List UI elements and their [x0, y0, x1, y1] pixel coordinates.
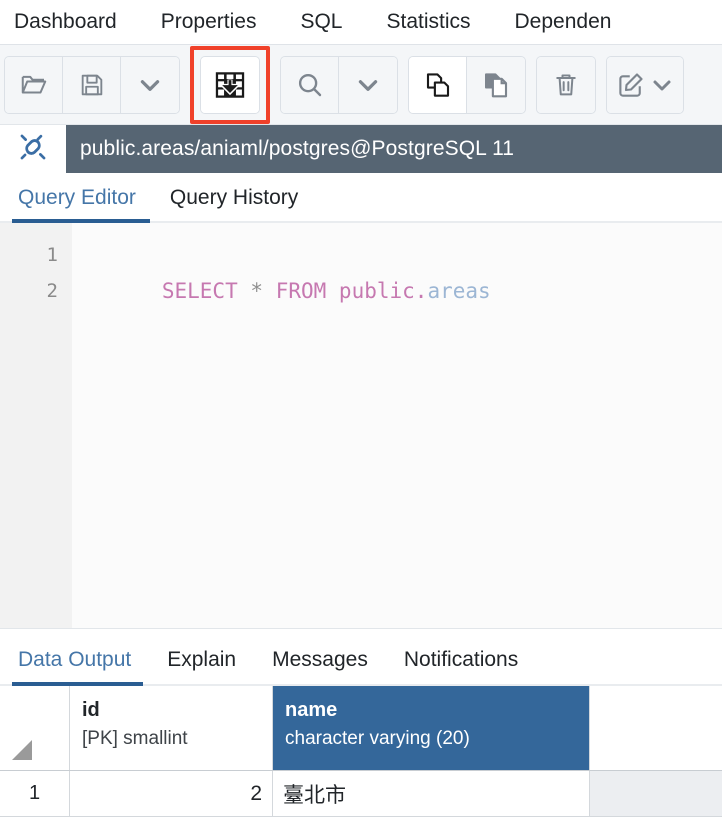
query-panel-tab-bar: Query Editor Query History	[0, 173, 722, 223]
save-file-button[interactable]	[63, 56, 121, 113]
delete-button-group	[536, 55, 596, 114]
tab-statistics[interactable]: Statistics	[386, 0, 492, 44]
column-name: name	[285, 699, 338, 721]
connection-bar: public.areas/aniaml/postgres@PostgreSQL …	[0, 125, 722, 173]
tab-query-history[interactable]: Query History	[164, 186, 312, 223]
sql-token-dot: .	[414, 279, 428, 303]
plug-connection-icon	[16, 130, 50, 169]
find-dropdown-button[interactable]	[339, 56, 397, 113]
cell-name[interactable]: 臺北市	[273, 771, 590, 816]
tab-messages[interactable]: Messages	[266, 648, 380, 686]
output-tab-bar: Data Output Explain Messages Notificatio…	[0, 628, 722, 686]
chevron-down-icon	[137, 72, 163, 98]
edit-button[interactable]	[607, 56, 683, 113]
grid-header-row: id [PK] smallint name character varying …	[0, 686, 722, 771]
sql-token-from: FROM	[275, 279, 327, 303]
tab-explain[interactable]: Explain	[161, 648, 248, 686]
paste-icon	[481, 70, 511, 100]
tab-dashboard[interactable]: Dashboard	[14, 0, 139, 44]
tab-notifications[interactable]: Notifications	[398, 648, 530, 686]
sql-token-table: areas	[427, 279, 491, 303]
column-type: character varying (20)	[285, 728, 470, 749]
open-file-button[interactable]	[5, 56, 63, 113]
connection-status-cell[interactable]	[0, 125, 66, 173]
table-row[interactable]: 1 2 臺北市	[0, 771, 722, 817]
save-dropdown-button[interactable]	[121, 56, 179, 113]
sql-token-schema: public	[338, 279, 415, 303]
paste-button[interactable]	[467, 56, 525, 113]
tab-query-editor[interactable]: Query Editor	[12, 186, 150, 223]
connection-title: public.areas/aniaml/postgres@PostgreSQL …	[66, 125, 722, 173]
column-name: id	[82, 699, 100, 721]
pencil-edit-icon	[616, 70, 646, 100]
execute-highlight-box	[190, 45, 270, 124]
floppy-save-icon	[78, 71, 106, 99]
grid-header-filler	[590, 686, 722, 770]
copy-icon	[423, 70, 453, 100]
sql-editor-textarea[interactable]: SELECT * FROM public.areas	[72, 223, 722, 628]
copy-button[interactable]	[409, 56, 467, 113]
column-header-name[interactable]: name character varying (20)	[273, 686, 590, 770]
search-icon	[295, 70, 325, 100]
execute-button-group	[200, 55, 260, 114]
column-type: [PK] smallint	[82, 728, 188, 749]
row-filler	[590, 771, 722, 816]
sql-editor-panel: 1 2 SELECT * FROM public.areas	[0, 223, 722, 628]
tab-dependents[interactable]: Dependen	[515, 0, 612, 44]
data-output-grid: id [PK] smallint name character varying …	[0, 686, 722, 817]
find-button[interactable]	[281, 56, 339, 113]
chevron-down-icon	[355, 72, 381, 98]
tab-data-output[interactable]: Data Output	[12, 648, 144, 686]
clipboard-button-group	[408, 55, 526, 114]
sql-code-line: SELECT * FROM public.areas	[86, 237, 722, 345]
file-button-group	[4, 55, 180, 114]
table-download-icon	[213, 68, 247, 102]
tab-properties[interactable]: Properties	[161, 0, 279, 44]
sql-code-line-empty	[86, 345, 722, 381]
cell-id[interactable]: 2	[70, 771, 273, 816]
sql-token-select: SELECT	[161, 279, 238, 303]
delete-button[interactable]	[537, 56, 595, 113]
line-number: 1	[46, 244, 58, 266]
grid-select-all-corner[interactable]	[0, 686, 70, 770]
chevron-down-icon	[650, 73, 674, 97]
find-button-group	[280, 55, 398, 114]
object-tab-bar: Dashboard Properties SQL Statistics Depe…	[0, 0, 722, 45]
edit-button-group	[606, 55, 684, 114]
query-tool-toolbar	[0, 45, 722, 125]
open-folder-icon	[19, 70, 49, 100]
line-number: 2	[46, 280, 58, 302]
sql-token-star: *	[250, 279, 264, 303]
column-header-id[interactable]: id [PK] smallint	[70, 686, 273, 770]
tab-sql[interactable]: SQL	[300, 0, 364, 44]
trash-icon	[552, 71, 580, 99]
execute-download-button[interactable]	[201, 56, 259, 113]
select-all-triangle-icon	[12, 740, 32, 760]
row-number: 1	[0, 771, 70, 816]
editor-line-number-gutter: 1 2	[0, 223, 72, 628]
